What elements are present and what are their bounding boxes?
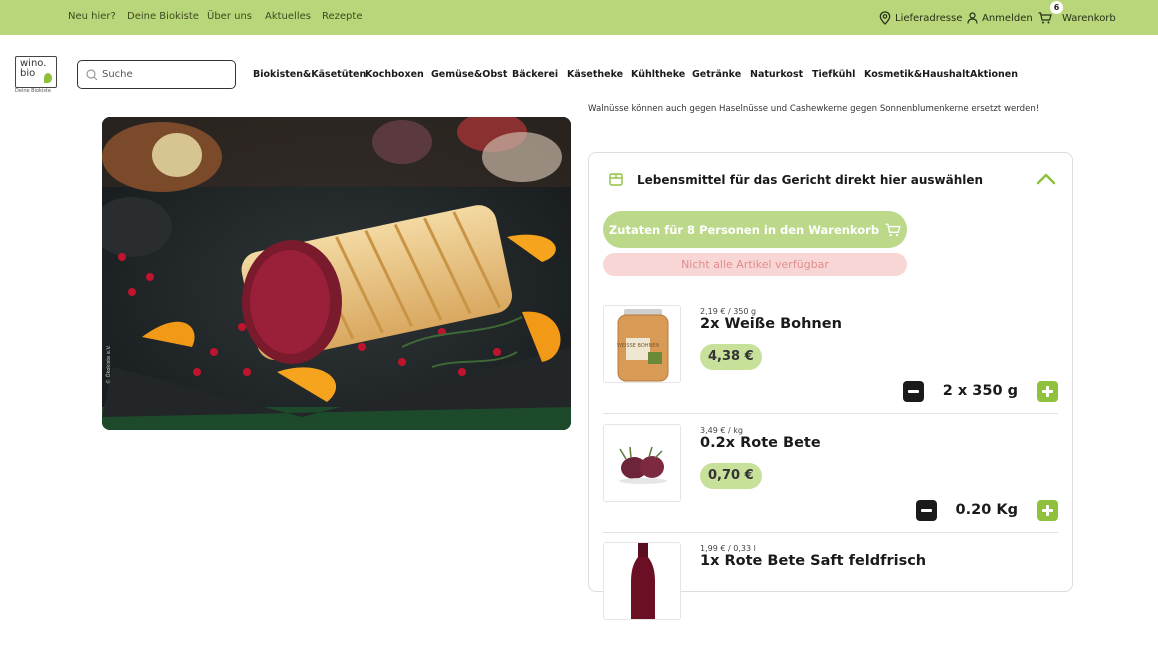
user-icon — [967, 12, 978, 24]
quantity-value: 0.20 Kg — [955, 502, 1018, 518]
search-input[interactable] — [102, 66, 230, 83]
image-credit: © Ökokiste e.V. — [106, 345, 112, 384]
product-image[interactable] — [603, 542, 681, 620]
product-row: WEISSE BOHNEN 2,19 € / 350 g 2x Weiße Bo… — [603, 305, 1058, 424]
cart-link[interactable]: Warenkorb — [1038, 9, 1116, 27]
nav-getraenke[interactable]: Getränke — [692, 69, 741, 80]
product-image[interactable] — [603, 424, 681, 502]
cart-count-badge: 6 — [1050, 1, 1063, 14]
divider — [603, 413, 1058, 414]
logo-tagline: Deine Biokiste — [15, 88, 51, 94]
availability-warning: Nicht alle Artikel verfügbar — [603, 253, 907, 276]
nav-baeckerei[interactable]: Bäckerei — [512, 69, 558, 80]
search-icon — [86, 69, 98, 81]
nav-biokisten[interactable]: Biokisten&Käsetüten — [253, 69, 366, 80]
product-row: 1,99 € / 0,33 l 1x Rote Bete Saft feldfr… — [603, 542, 1058, 661]
add-ingredients-to-cart-button[interactable]: Zutaten für 8 Personen in den Warenkorb — [603, 211, 907, 248]
delivery-address-label: Lieferadresse — [895, 12, 963, 24]
product-name[interactable]: 1x Rote Bete Saft feldfrisch — [700, 553, 926, 569]
product-name[interactable]: 0.2x Rote Bete — [700, 435, 821, 451]
delivery-address-link[interactable]: Lieferadresse — [879, 9, 962, 27]
nav-kochboxen[interactable]: Kochboxen — [365, 69, 424, 80]
product-name[interactable]: 2x Weiße Bohnen — [700, 316, 842, 332]
login-label: Anmelden — [982, 12, 1033, 24]
nav-tiefkuehl[interactable]: Tiefkühl — [812, 69, 855, 80]
nav-link-new-here[interactable]: Neu hier? — [68, 11, 116, 22]
unit-price: 1,99 € / 0,33 l — [700, 544, 756, 553]
quantity-stepper: 0.20 Kg — [915, 499, 1058, 521]
logo[interactable]: wino. bio — [15, 56, 57, 88]
product-image[interactable]: WEISSE BOHNEN — [603, 305, 681, 383]
jar-label: WEISSE BOHNEN — [617, 343, 660, 349]
chevron-up-icon[interactable] — [1036, 173, 1056, 185]
nav-link-biokiste[interactable]: Deine Biokiste — [127, 11, 199, 22]
decrease-quantity-button[interactable] — [915, 499, 937, 521]
unit-price: 2,19 € / 350 g — [700, 307, 757, 316]
cart-label: Warenkorb — [1062, 12, 1116, 24]
add-to-cart-label: Zutaten für 8 Personen in den Warenkorb — [608, 222, 880, 237]
panel-title: Lebensmittel für das Gericht direkt hier… — [637, 173, 984, 187]
quantity-value: 2 x 350 g — [942, 383, 1018, 399]
nav-kuehltheke[interactable]: Kühltheke — [631, 69, 685, 80]
increase-quantity-button[interactable] — [1037, 499, 1058, 521]
quantity-stepper: 2 x 350 g — [902, 380, 1058, 402]
search-box[interactable] — [77, 60, 236, 89]
cart-icon — [885, 223, 901, 236]
nav-kaesetheke[interactable]: Käsetheke — [567, 69, 623, 80]
recipe-note: Walnüsse können auch gegen Haselnüsse un… — [588, 104, 1040, 114]
product-row: 3,49 € / kg 0.2x Rote Bete 0,70 € 0.20 K… — [603, 424, 1058, 543]
location-pin-icon — [879, 11, 891, 25]
login-link[interactable]: Anmelden — [967, 9, 1033, 27]
nav-naturkost[interactable]: Naturkost — [750, 69, 803, 80]
product-price: 4,38 € — [700, 344, 762, 370]
leaf-icon — [44, 73, 52, 83]
nav-link-recipes[interactable]: Rezepte — [322, 11, 362, 22]
product-price: 0,70 € — [700, 463, 762, 489]
decrease-quantity-button[interactable] — [902, 380, 924, 402]
nav-kosmetik-haushalt[interactable]: Kosmetik&Haushalt — [864, 69, 970, 80]
box-icon — [609, 173, 623, 186]
unit-price: 3,49 € / kg — [700, 426, 743, 435]
increase-quantity-button[interactable] — [1037, 380, 1058, 402]
recipe-image — [102, 117, 571, 430]
nav-aktionen[interactable]: Aktionen — [970, 69, 1018, 80]
nav-link-about[interactable]: Über uns — [207, 11, 252, 22]
cart-icon — [1038, 12, 1052, 24]
divider — [603, 532, 1058, 533]
nav-link-news[interactable]: Aktuelles — [265, 11, 311, 22]
nav-gemuese-obst[interactable]: Gemüse&Obst — [431, 69, 507, 80]
